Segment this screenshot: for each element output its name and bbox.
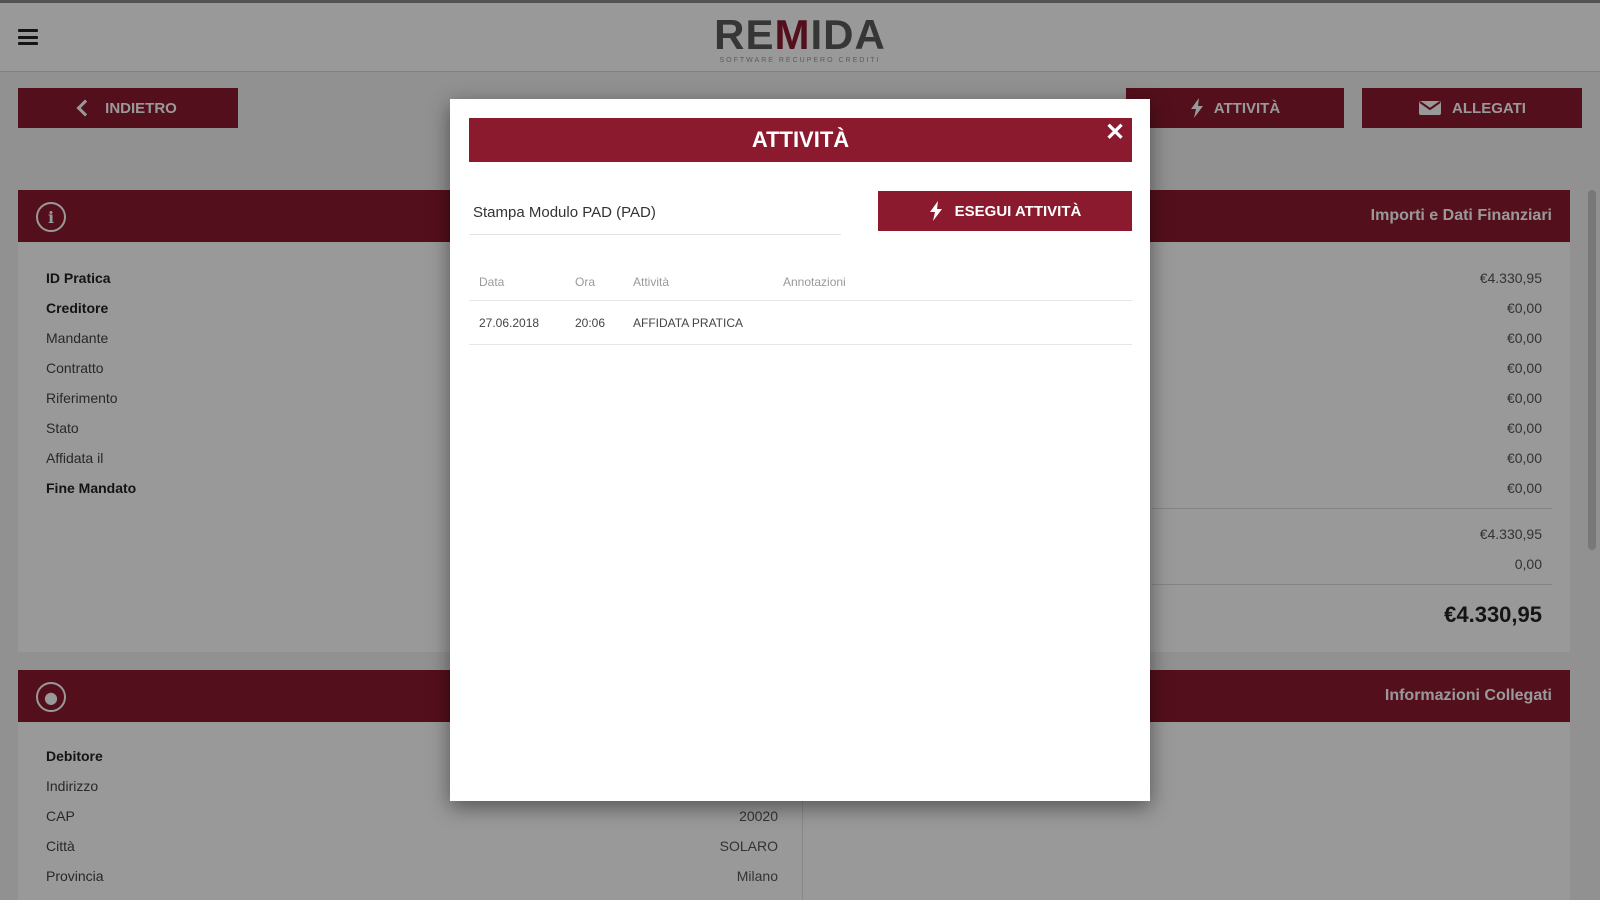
cell-ora: 20:06 [575,316,606,330]
lightning-icon [929,201,942,221]
esegui-attivita-button[interactable]: ESEGUI ATTIVITÀ [878,191,1132,231]
attivita-modal: ATTIVITÀ ✕ Stampa Modulo PAD (PAD) ESEGU… [450,99,1150,801]
activity-select[interactable]: Stampa Modulo PAD (PAD) [469,193,841,235]
column-header-ora: Ora [575,275,596,289]
column-header-data: Data [479,275,505,289]
modal-title: ATTIVITÀ [751,127,850,152]
column-header-attivita: Attività [633,275,670,289]
table-row[interactable]: 27.06.2018 20:06 AFFIDATA PRATICA [469,301,1132,345]
cell-attivita: AFFIDATA PRATICA [633,316,744,330]
cell-data: 27.06.2018 [479,316,540,330]
modal-header: ATTIVITÀ ✕ [469,118,1132,162]
close-icon[interactable]: ✕ [1102,120,1128,146]
esegui-attivita-label: ESEGUI ATTIVITÀ [954,202,1082,220]
table-header: Data Ora Attività Annotazioni [469,261,1132,301]
column-header-annotazioni: Annotazioni [783,275,846,289]
